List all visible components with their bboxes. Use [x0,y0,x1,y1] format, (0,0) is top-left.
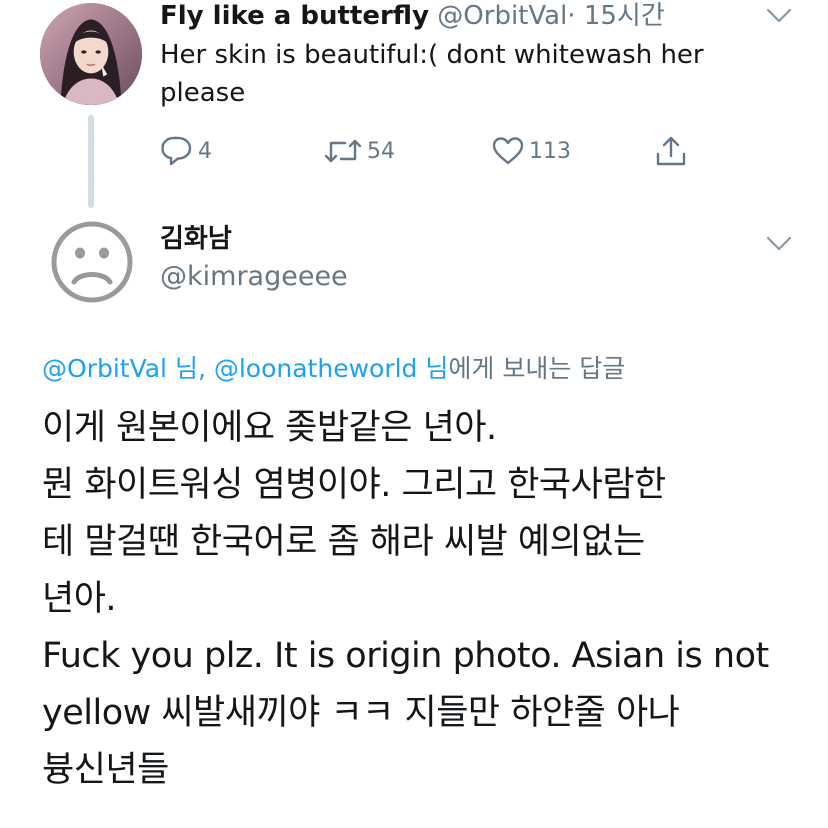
reply-handle[interactable]: @kimrageeee [160,260,348,294]
like-count: 113 [529,138,571,164]
reply-chevron-down-icon[interactable] [766,236,792,252]
reply-avatar[interactable] [50,220,134,304]
parent-tweet-text: Her skin is beautiful:( dont whitewash h… [160,36,760,112]
reply-tweet-text: 이게 원본이에요 좆밥같은 년아. 뭔 화이트워싱 염병이야. 그리고 한국사람… [42,400,802,799]
mention-orbitval[interactable]: @OrbitVal 님, [42,354,206,383]
reply-text-line: 븅신년들 [42,750,169,790]
reply-text-line: Fuck you plz. It is origin photo. Asian … [42,636,769,676]
parent-avatar[interactable] [40,3,142,105]
reply-text-line: yellow 씨발새끼야 ㅋㅋ 지들만 하얀줄 아나 [42,693,680,733]
retweet-icon [324,139,362,163]
parent-timestamp[interactable]: 15시간 [584,1,665,31]
replying-to-line: @OrbitVal 님, @loonatheworld 님에게 보내는 답글 [42,352,625,386]
reply-text-line: 이게 원본이에요 좆밥같은 년아. [42,408,497,448]
reply-text-line: 뭔 화이트워싱 염병이야. 그리고 한국사람한 [42,465,666,505]
parent-text-line: please [160,78,246,108]
like-action[interactable]: 113 [491,135,571,167]
parent-handle[interactable]: @OrbitVal [437,1,567,31]
reply-action[interactable]: 4 [160,135,212,167]
parent-text-line: Her skin is beautiful:( dont whitewash h… [160,40,704,70]
speech-bubble-icon [161,136,192,166]
share-action[interactable] [654,135,688,167]
retweet-action[interactable]: 54 [323,135,395,167]
replying-suffix: 에게 보내는 답글 [448,354,626,383]
sad-face-icon [51,221,133,303]
heart-icon [492,137,524,165]
reply-text-line: 테 말걸땐 한국어로 좀 해라 씨발 예의없는 [42,522,645,562]
reply-text-line: 년아. [42,579,117,619]
header-separator: · [567,1,576,31]
avatar-photo-icon [40,3,142,105]
share-icon [656,136,686,166]
reply-display-name[interactable]: 김화남 [160,222,232,256]
parent-tweet-header: Fly like a butterfly @OrbitVal· 15시간 [160,0,665,32]
retweet-count: 54 [367,138,395,164]
reply-count: 4 [198,138,212,164]
parent-display-name[interactable]: Fly like a butterfly [160,1,429,31]
parent-chevron-down-icon[interactable] [766,8,792,24]
thread-connector-line [88,115,94,208]
mention-loonatheworld[interactable]: @loonatheworld 님 [214,354,449,383]
